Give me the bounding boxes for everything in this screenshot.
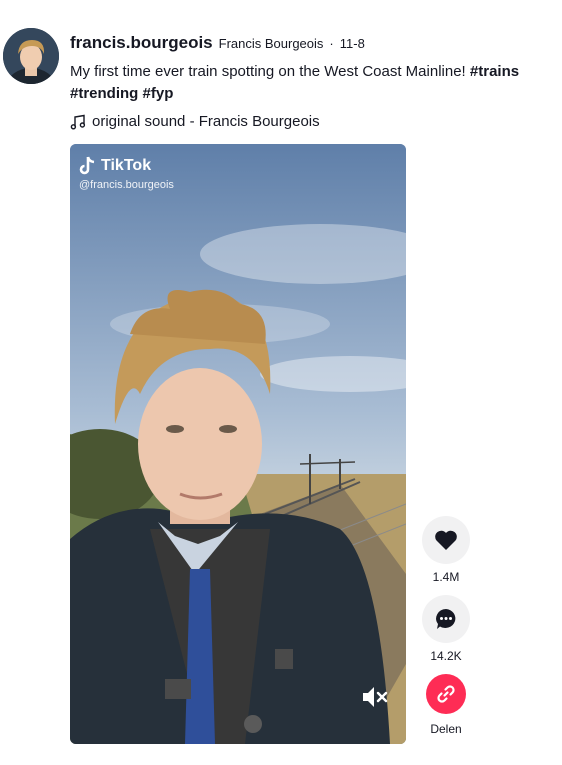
share-button[interactable] bbox=[426, 674, 466, 714]
avatar[interactable] bbox=[3, 28, 59, 84]
music-note-icon bbox=[70, 114, 86, 130]
avatar-image bbox=[3, 28, 59, 84]
video-frame bbox=[70, 144, 406, 744]
heart-icon bbox=[435, 530, 457, 550]
share-action: Delen bbox=[421, 674, 471, 747]
mute-button[interactable] bbox=[360, 684, 390, 710]
like-action: 1.4M bbox=[421, 516, 471, 595]
comment-icon bbox=[436, 609, 456, 629]
hashtag-link[interactable]: #trains bbox=[470, 63, 519, 80]
username-link[interactable]: francis.bourgeois bbox=[70, 33, 213, 53]
watermark-handle: @francis.bourgeois bbox=[79, 179, 174, 191]
video-watermark: TikTok @francis.bourgeois bbox=[79, 156, 174, 191]
separator: · bbox=[329, 36, 334, 51]
post-date: 11-8 bbox=[339, 36, 365, 51]
author-line: francis.bourgeois Francis Bourgeois · 11… bbox=[70, 33, 555, 53]
comment-action: 14.2K bbox=[421, 595, 471, 674]
post-header: francis.bourgeois Francis Bourgeois · 11… bbox=[70, 33, 555, 130]
nickname: Francis Bourgeois bbox=[218, 36, 324, 51]
comment-button[interactable] bbox=[422, 595, 470, 643]
caption-text: My first time ever train spotting on the… bbox=[70, 63, 470, 80]
watermark-brand: TikTok bbox=[79, 156, 174, 176]
speaker-muted-icon bbox=[363, 687, 388, 707]
caption: My first time ever train spotting on the… bbox=[70, 61, 555, 105]
comment-count: 14.2K bbox=[430, 649, 462, 663]
hashtag-link[interactable]: #trending bbox=[70, 85, 138, 102]
video-player[interactable]: TikTok @francis.bourgeois bbox=[70, 144, 406, 744]
hashtag-link[interactable]: #fyp bbox=[143, 85, 174, 102]
music-link[interactable]: original sound - Francis Bourgeois bbox=[70, 113, 555, 130]
watermark-brand-text: TikTok bbox=[101, 157, 152, 174]
action-bar: 1.4M 14.2K Delen bbox=[421, 516, 471, 747]
tiktok-logo-icon bbox=[79, 156, 95, 175]
music-label: original sound - Francis Bourgeois bbox=[92, 113, 320, 130]
share-label: Delen bbox=[430, 722, 462, 736]
like-count: 1.4M bbox=[432, 570, 460, 584]
link-icon bbox=[437, 685, 455, 703]
like-button[interactable] bbox=[422, 516, 470, 564]
